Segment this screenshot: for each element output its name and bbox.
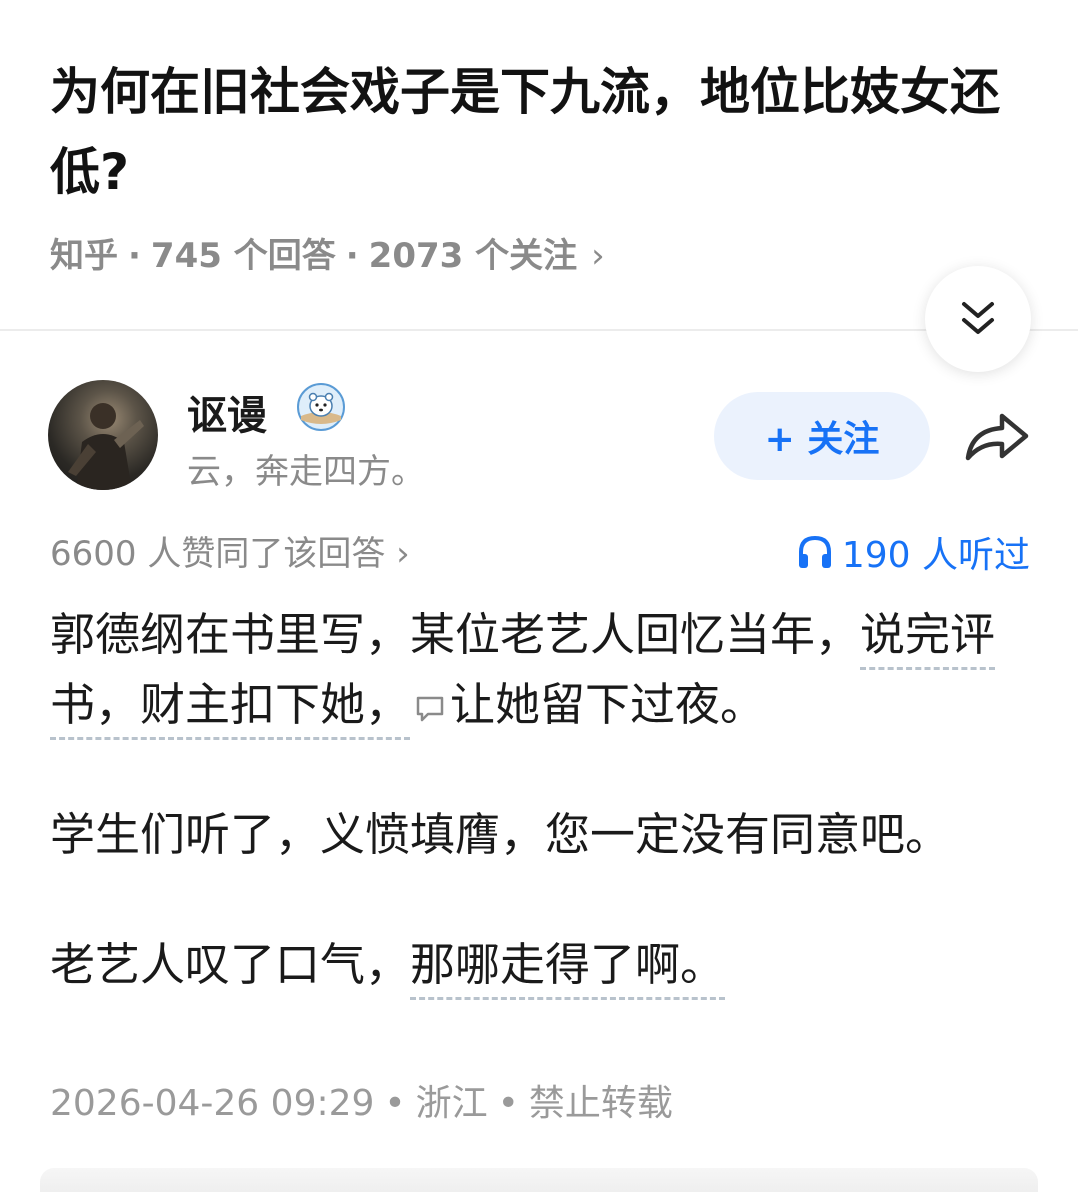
answer-paragraph-3: 老艺人叹了口气，那哪走得了啊。 (50, 930, 1040, 1000)
author-name[interactable]: 讴谩 (187, 383, 267, 441)
likes-count[interactable]: 6600 人赞同了该回答 › (50, 526, 410, 575)
post-location: 浙江 (415, 1083, 488, 1124)
paragraph-text: 老艺人叹了口气， (50, 938, 411, 991)
source-label: 知乎 (50, 236, 118, 276)
author-bio: 云，奔走四方。 (187, 452, 425, 492)
divider (0, 329, 1078, 331)
listen-count[interactable]: 190 人听过 (796, 526, 1030, 578)
paragraph-text: 郭德纲在书里写，某位老艺人回忆当年， (50, 608, 861, 661)
highlighted-text[interactable]: 那哪走得了啊。 (410, 938, 726, 1000)
avatar[interactable] (48, 380, 158, 490)
answer-body: 郭德纲在书里写，某位老艺人回忆当年，说完评书，财主扣下她， 让她留下过夜。 学生们… (50, 600, 1040, 1000)
answer-paragraph-2: 学生们听了，义愤填膺，您一定没有同意吧。 (50, 808, 951, 861)
post-datetime: 2026-04-26 09:29 (50, 1083, 375, 1124)
headphones-icon (798, 535, 831, 568)
polar-bear-badge-icon (297, 383, 345, 431)
question-meta[interactable]: 知乎 · 745 个回答 · 2073 个关注 › (50, 228, 605, 277)
bottom-bar (40, 1168, 1038, 1192)
comment-bubble-icon[interactable] (414, 694, 446, 724)
separator: • (497, 1083, 519, 1124)
listen-count-label: 190 人听过 (841, 535, 1030, 576)
answer-paragraph-1: 郭德纲在书里写，某位老艺人回忆当年，说完评书，财主扣下她， 让她留下过夜。 (50, 600, 1040, 740)
chevron-right-icon: › (591, 236, 605, 276)
follow-button[interactable]: + 关注 (714, 392, 930, 480)
avatar-figure-icon (68, 403, 144, 490)
answer-count: 745 个回答 (150, 236, 336, 276)
separator: • (384, 1083, 406, 1124)
collapse-button[interactable] (925, 266, 1031, 372)
paragraph-text: 让她留下过夜。 (450, 678, 766, 731)
footer-meta: 2026-04-26 09:29 • 浙江 • 禁止转载 (50, 1074, 673, 1126)
copyright-notice: 禁止转载 (528, 1083, 673, 1124)
question-title[interactable]: 为何在旧社会戏子是下九流，地位比妓女还低? (50, 52, 1040, 212)
follower-count: 2073 个关注 (368, 236, 578, 276)
double-chevron-down-icon (962, 302, 994, 334)
share-arrow-icon[interactable] (962, 406, 1032, 466)
